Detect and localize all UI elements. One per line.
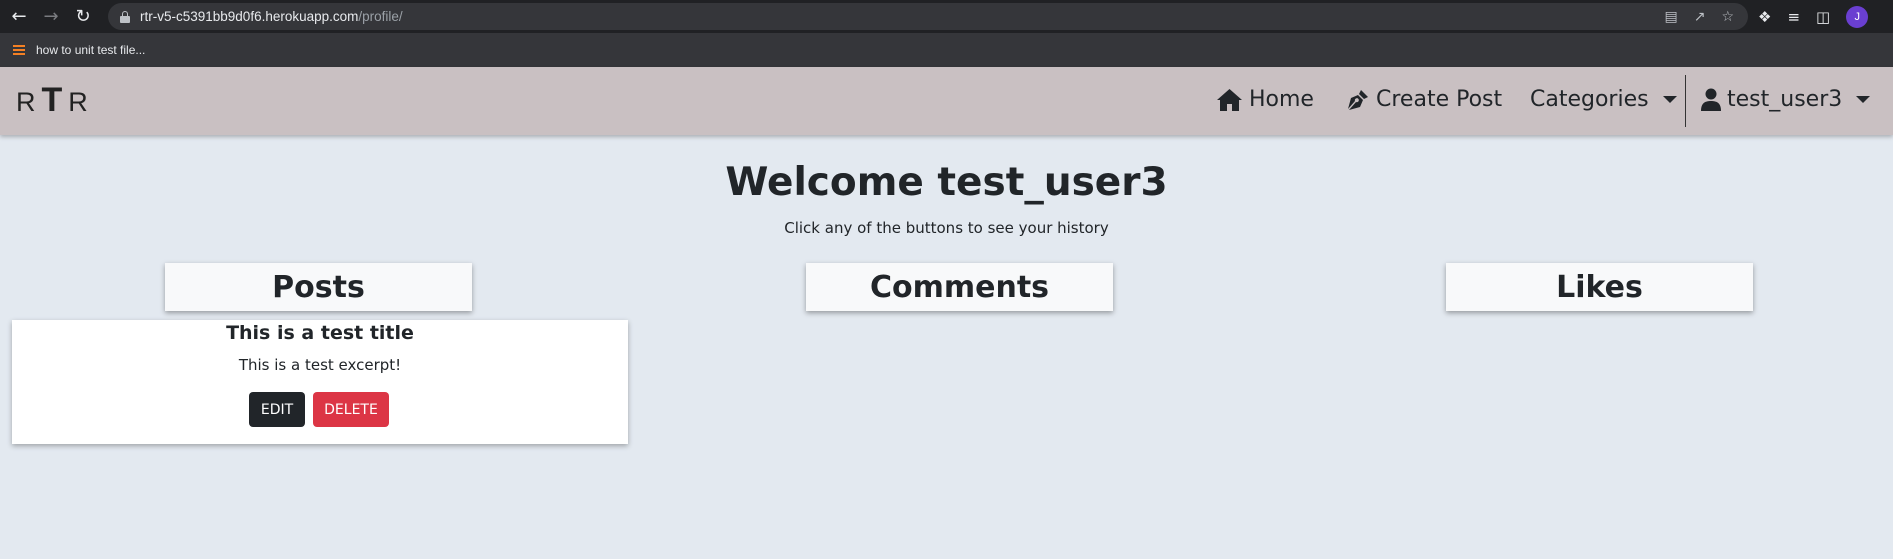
nav-categories-dropdown[interactable]: Categories	[1530, 87, 1677, 112]
user-icon	[1701, 88, 1721, 111]
likes-button[interactable]: Likes	[1446, 263, 1753, 311]
url-text: rtr-v5-c5391bb9d0f6.herokuapp.com/profil…	[140, 9, 403, 24]
post-card: This is a test title This is a test exce…	[12, 320, 628, 444]
posts-button[interactable]: Posts	[165, 263, 472, 311]
page-title: Welcome test_user3	[725, 160, 1168, 205]
brand-letter-r2: R	[68, 87, 94, 117]
url-path: /profile/	[358, 9, 403, 24]
share-icon[interactable]: ↗	[1694, 9, 1706, 25]
nav-categories-label: Categories	[1530, 87, 1649, 112]
address-bar[interactable]: rtr-v5-c5391bb9d0f6.herokuapp.com/profil…	[108, 3, 1748, 30]
browser-toolbar: ← → ↻ rtr-v5-c5391bb9d0f6.herokuapp.com/…	[0, 0, 1893, 33]
stackoverflow-icon	[12, 43, 26, 57]
nav-create-post-label: Create Post	[1376, 87, 1503, 112]
delete-button[interactable]: DELETE	[313, 392, 389, 427]
lock-icon	[120, 10, 130, 23]
forward-arrow-icon[interactable]: →	[38, 4, 64, 30]
extensions-puzzle-icon[interactable]: ❖	[1758, 8, 1771, 26]
bookmark-label: how to unit test file...	[36, 43, 146, 57]
edit-button[interactable]: EDIT	[249, 392, 305, 427]
nav-divider	[1685, 75, 1686, 127]
nav-home-link[interactable]: Home	[1216, 87, 1314, 112]
brand-letter-r1: R	[16, 87, 42, 117]
profile-avatar[interactable]: J	[1846, 5, 1869, 28]
chevron-down-icon	[1856, 96, 1871, 103]
bookmarks-bar: how to unit test file...	[0, 33, 1893, 67]
pen-nib-icon	[1348, 89, 1368, 110]
page-subtitle: Click any of the buttons to see your his…	[784, 219, 1109, 237]
back-arrow-icon[interactable]: ←	[6, 4, 32, 30]
side-panel-icon[interactable]: ◫	[1816, 8, 1830, 26]
post-excerpt: This is a test excerpt!	[238, 356, 402, 374]
nav-user-label: test_user3	[1727, 87, 1843, 112]
brand-logo[interactable]: RTR	[16, 81, 94, 120]
home-icon	[1217, 88, 1242, 111]
nav-user-dropdown[interactable]: test_user3	[1701, 87, 1871, 112]
nav-create-post-link[interactable]: Create Post	[1346, 87, 1502, 112]
reading-list-icon[interactable]: ≡	[1787, 8, 1800, 26]
chevron-down-icon	[1662, 96, 1677, 103]
reload-icon[interactable]: ↻	[70, 4, 96, 30]
nav-home-label: Home	[1249, 87, 1314, 112]
site-navbar: RTR Home Create Post Categories test_use…	[0, 67, 1893, 135]
comments-button[interactable]: Comments	[806, 263, 1113, 311]
translate-icon[interactable]: ▤	[1664, 9, 1677, 25]
bookmark-item[interactable]: how to unit test file...	[12, 43, 145, 57]
bookmark-star-icon[interactable]: ☆	[1721, 9, 1734, 25]
brand-letter-t: T	[41, 81, 69, 119]
post-title: This is a test title	[226, 322, 414, 344]
url-host: rtr-v5-c5391bb9d0f6.herokuapp.com	[140, 9, 359, 24]
